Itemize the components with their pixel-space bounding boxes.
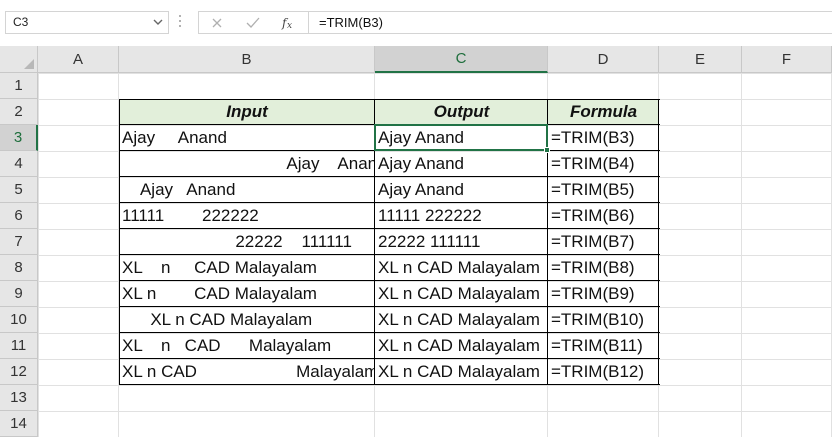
row-header-3[interactable]: 3 xyxy=(0,125,38,151)
formula-cell[interactable]: =TRIM(B5) xyxy=(548,177,659,203)
row-header-9[interactable]: 9 xyxy=(0,281,38,307)
row-header-11[interactable]: 11 xyxy=(0,333,38,359)
formula-buttons: f x xyxy=(198,11,308,34)
header-formula[interactable]: Formula xyxy=(548,99,659,125)
formula-cell[interactable]: =TRIM(B10) xyxy=(548,307,659,333)
formula-bar-area: C3 f x =TRIM(B3) xyxy=(0,0,832,46)
table-border xyxy=(119,150,660,151)
table-border xyxy=(119,176,660,177)
row-header-12[interactable]: 12 xyxy=(0,359,38,385)
name-box[interactable]: C3 xyxy=(5,11,169,34)
row-header-14[interactable]: 14 xyxy=(0,411,38,437)
formula-cell[interactable]: =TRIM(B3) xyxy=(548,125,659,151)
input-cell[interactable]: Ajay Anand xyxy=(119,177,375,203)
enter-button[interactable] xyxy=(240,13,266,32)
input-cell[interactable]: XL n CAD Malayalam xyxy=(119,255,375,281)
svg-text:x: x xyxy=(287,21,292,30)
output-cell[interactable]: Ajay Anand xyxy=(375,125,548,151)
formula-cell[interactable]: =TRIM(B11) xyxy=(548,333,659,359)
row-header-13[interactable]: 13 xyxy=(0,385,38,411)
header-input[interactable]: Input xyxy=(119,99,375,125)
name-box-value: C3 xyxy=(13,15,29,29)
table-border xyxy=(658,99,659,385)
input-cell[interactable]: Ajay Anand xyxy=(119,125,375,151)
table-border xyxy=(119,99,660,100)
table-border xyxy=(119,358,660,359)
input-cell[interactable]: XL n CAD Malayalam xyxy=(119,359,375,385)
input-cell[interactable]: 11111 222222 xyxy=(119,203,375,229)
table-border xyxy=(374,99,375,385)
output-cell[interactable]: XL n CAD Malayalam xyxy=(375,333,548,359)
row-header-6[interactable]: 6 xyxy=(0,203,38,229)
column-header-f[interactable]: F xyxy=(742,46,832,73)
column-header-a[interactable]: A xyxy=(38,46,119,73)
output-cell[interactable]: XL n CAD Malayalam xyxy=(375,281,548,307)
column-header-d[interactable]: D xyxy=(548,46,659,73)
table-border xyxy=(119,202,660,203)
table-border xyxy=(119,280,660,281)
formula-cell[interactable]: =TRIM(B7) xyxy=(548,229,659,255)
formula-input[interactable]: =TRIM(B3) xyxy=(308,11,832,34)
table-border xyxy=(119,254,660,255)
fx-icon: f x xyxy=(281,16,292,30)
output-cell[interactable]: 11111 222222 xyxy=(375,203,548,229)
formula-cell[interactable]: =TRIM(B4) xyxy=(548,151,659,177)
select-all-button[interactable] xyxy=(0,46,38,73)
formula-cell[interactable]: =TRIM(B9) xyxy=(548,281,659,307)
output-cell[interactable]: XL n CAD Malayalam xyxy=(375,255,548,281)
column-header-e[interactable]: E xyxy=(659,46,742,73)
formula-cell[interactable]: =TRIM(B6) xyxy=(548,203,659,229)
cancel-button[interactable] xyxy=(204,13,230,32)
resize-handle-icon[interactable] xyxy=(177,15,183,31)
output-cell[interactable]: XL n CAD Malayalam xyxy=(375,307,548,333)
formula-cell[interactable]: =TRIM(B8) xyxy=(548,255,659,281)
input-cell[interactable]: Ajay Anand xyxy=(119,151,375,177)
output-cell[interactable]: Ajay Anand xyxy=(375,151,548,177)
table-border xyxy=(119,228,660,229)
chevron-down-icon[interactable] xyxy=(152,15,164,29)
output-cell[interactable]: 22222 111111 xyxy=(375,229,548,255)
formula-text: =TRIM(B3) xyxy=(319,15,383,30)
table-border xyxy=(119,306,660,307)
row-header-10[interactable]: 10 xyxy=(0,307,38,333)
table-border xyxy=(119,124,660,125)
row-header-2[interactable]: 2 xyxy=(0,99,38,125)
input-cell[interactable]: XL n CAD Malayalam xyxy=(119,281,375,307)
table-border xyxy=(119,384,660,385)
input-cell[interactable]: XL n CAD Malayalam xyxy=(119,307,375,333)
column-header-c[interactable]: C xyxy=(375,46,548,73)
check-icon xyxy=(246,17,260,28)
table-border xyxy=(119,99,120,385)
x-icon xyxy=(212,18,222,27)
formula-cell[interactable]: =TRIM(B12) xyxy=(548,359,659,385)
output-cell[interactable]: XL n CAD Malayalam xyxy=(375,359,548,385)
output-cell[interactable]: Ajay Anand xyxy=(375,177,548,203)
row-header-1[interactable]: 1 xyxy=(0,73,38,99)
row-header-8[interactable]: 8 xyxy=(0,255,38,281)
input-cell[interactable]: 22222 111111 xyxy=(119,229,375,255)
input-cell[interactable]: XL n CAD Malayalam xyxy=(119,333,375,359)
table-border xyxy=(119,332,660,333)
table-border xyxy=(547,99,548,385)
header-output[interactable]: Output xyxy=(375,99,548,125)
column-header-b[interactable]: B xyxy=(119,46,375,73)
insert-function-button[interactable]: f x xyxy=(276,13,302,32)
row-header-4[interactable]: 4 xyxy=(0,151,38,177)
row-header-7[interactable]: 7 xyxy=(0,229,38,255)
row-header-5[interactable]: 5 xyxy=(0,177,38,203)
